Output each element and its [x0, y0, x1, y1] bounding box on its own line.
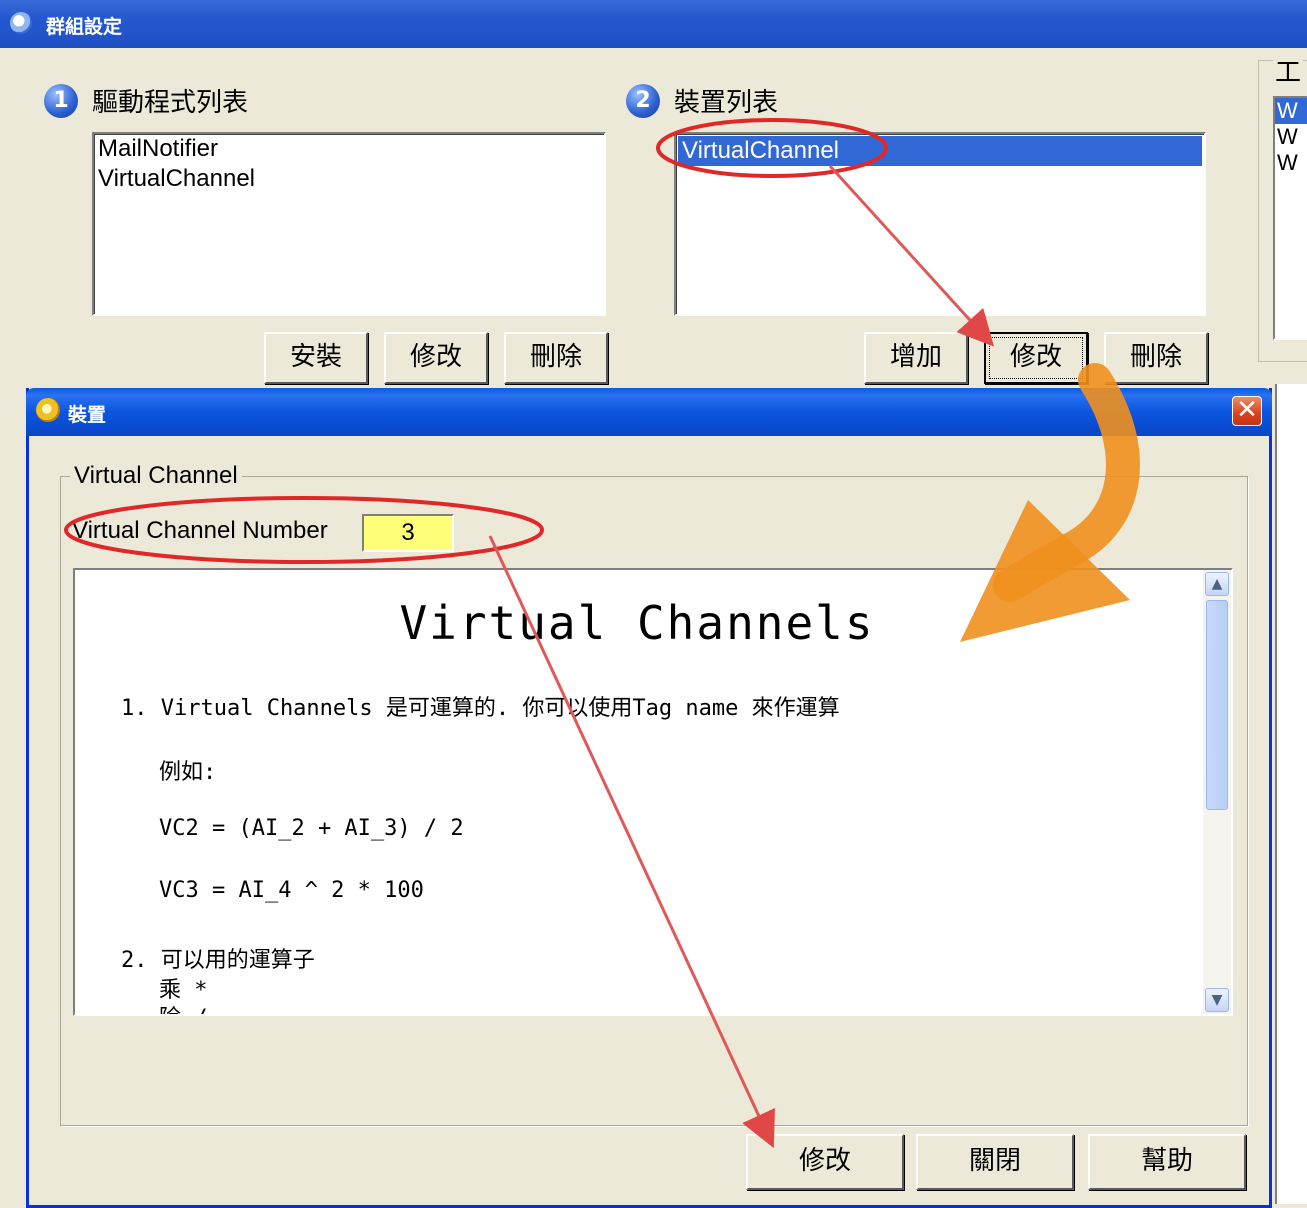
highlight-device-ellipse [656, 118, 888, 178]
arrow-to-dialog-modify [488, 535, 775, 1149]
arrow-to-modify-device [828, 164, 995, 347]
annotation-overlay [64, 118, 1140, 1149]
highlight-vc-number-ellipse [64, 496, 544, 564]
